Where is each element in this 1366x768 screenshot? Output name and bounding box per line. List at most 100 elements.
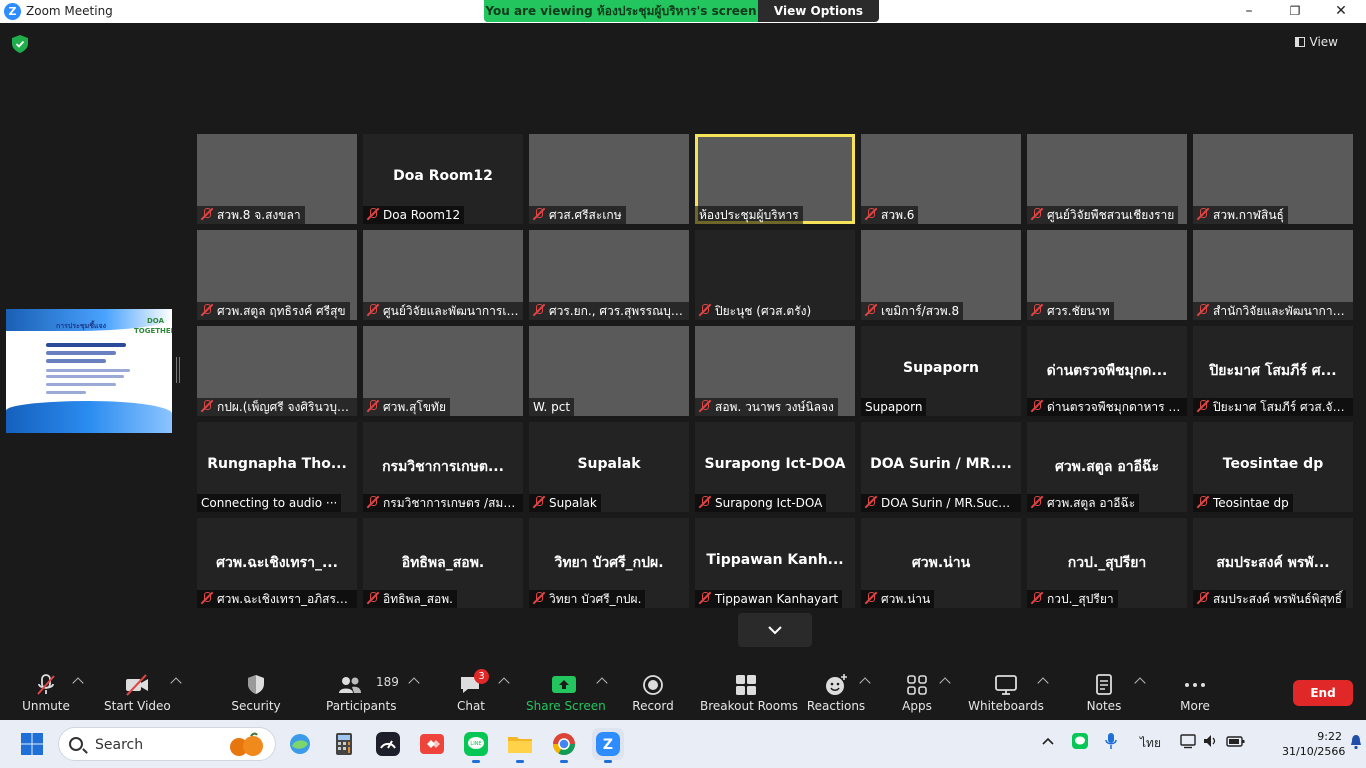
participant-tile[interactable]: ปิยะนุช (ศวส.ตรัง): [695, 230, 855, 320]
participant-tile[interactable]: วิทยา บัวศรี_กปผ. วิทยา บัวศรี_กปผ.: [529, 518, 689, 608]
start-video-button[interactable]: Start Video: [104, 663, 171, 720]
participant-tile[interactable]: ศวส.ศรีสะเกษ: [529, 134, 689, 224]
notes-button[interactable]: Notes: [1080, 663, 1128, 720]
next-page-button[interactable]: [738, 613, 812, 647]
muted-mic-icon: [367, 304, 379, 316]
participant-tile[interactable]: ศวพ.สุโขทัย: [363, 326, 523, 416]
participant-tile[interactable]: Tippawan Kanh... Tippawan Kanhayart: [695, 518, 855, 608]
participant-tile[interactable]: สอพ. วนาพร วงษ์นิลจง: [695, 326, 855, 416]
participant-tile[interactable]: ศวพ.สตูล ฤทธิรงค์ ศรีสุข: [197, 230, 357, 320]
participant-tile[interactable]: เขมิการ์/สวพ.8: [861, 230, 1021, 320]
taskbar-clock[interactable]: 9:22 31/10/2566: [1282, 729, 1345, 759]
search-highlight-icon: [230, 732, 263, 756]
tray-battery-icon[interactable]: [1226, 733, 1246, 752]
clock-time: 9:22: [1317, 730, 1342, 743]
tray-microphone-icon[interactable]: [1104, 732, 1118, 753]
muted-mic-icon: [533, 496, 545, 508]
reactions-options-caret[interactable]: [857, 663, 873, 720]
taskbar-search-box[interactable]: Search: [58, 727, 276, 761]
tray-network-icon[interactable]: [1180, 733, 1198, 752]
notes-options-caret[interactable]: [1132, 663, 1148, 720]
chat-options-caret[interactable]: [496, 663, 512, 720]
taskbar-zoom-app[interactable]: Z: [592, 728, 624, 763]
muted-mic-icon: [1031, 592, 1043, 604]
share-screen-button[interactable]: Share Screen: [526, 663, 606, 720]
chat-unread-badge: 3: [474, 669, 489, 684]
share-banner: You are viewing ห้องประชุมผู้บริหาร's sc…: [484, 0, 879, 22]
whiteboards-options-caret[interactable]: [1035, 663, 1051, 720]
notifications-button[interactable]: [1350, 734, 1362, 753]
participant-name: กวป._สุปรียา: [1047, 592, 1114, 606]
participant-tile[interactable]: สำนักวิจัยและพัฒนาการ...: [1193, 230, 1353, 320]
participant-tile[interactable]: Supaporn Supaporn: [861, 326, 1021, 416]
view-button[interactable]: View: [1294, 35, 1338, 49]
taskbar-widgets-app[interactable]: [284, 728, 316, 760]
whiteboards-button[interactable]: Whiteboards: [968, 663, 1044, 720]
more-button[interactable]: More: [1170, 663, 1220, 720]
record-button[interactable]: Record: [626, 663, 680, 720]
participant-tile[interactable]: สวพ.6: [861, 134, 1021, 224]
taskbar-file-explorer-app[interactable]: [504, 728, 536, 763]
taskbar-calculator-app[interactable]: [328, 728, 360, 760]
maximize-button[interactable]: ❐: [1272, 0, 1318, 23]
minimize-button[interactable]: –: [1226, 0, 1272, 23]
participants-button[interactable]: 189 Participants: [326, 663, 399, 720]
participant-tile[interactable]: อิทธิพล_สอพ. อิทธิพล_สอพ.: [363, 518, 523, 608]
share-options-caret[interactable]: [594, 663, 610, 720]
end-meeting-button[interactable]: End: [1293, 680, 1353, 706]
taskbar-line-app[interactable]: LINE: [460, 728, 492, 763]
taskbar-speedtest-app[interactable]: [372, 728, 404, 760]
participant-tile[interactable]: ศวร.ชัยนาท: [1027, 230, 1187, 320]
participant-name-label: Surapong Ict-DOA: [695, 494, 827, 512]
encryption-shield-icon[interactable]: [12, 35, 28, 53]
audio-options-caret[interactable]: [70, 663, 86, 720]
security-button[interactable]: Security: [226, 663, 286, 720]
apps-button[interactable]: Apps: [892, 663, 942, 720]
app-running-indicator: [472, 760, 480, 763]
participant-name-label: เขมิการ์/สวพ.8: [861, 302, 964, 320]
participant-tile[interactable]: ศูนย์วิจัยและพัฒนาการเก...: [363, 230, 523, 320]
participant-tile[interactable]: Teosintae dp Teosintae dp: [1193, 422, 1353, 512]
participant-tile[interactable]: สวพ.8 จ.สงขลา: [197, 134, 357, 224]
participant-tile[interactable]: ศวพ.ฉะเชิงเทรา_... ศวพ.ฉะเชิงเทรา_อภิสรา …: [197, 518, 357, 608]
participant-tile[interactable]: ด่านตรวจพืชมุกด... ด่านตรวจพืชมุกดาหาร (ป…: [1027, 326, 1187, 416]
participant-tile[interactable]: Supalak Supalak: [529, 422, 689, 512]
chat-button[interactable]: 3 Chat: [446, 663, 496, 720]
participant-tile[interactable]: ศูนย์วิจัยพืชสวนเชียงราย: [1027, 134, 1187, 224]
shared-screen-thumbnail[interactable]: DOA TOGETHER การประชุมชี้แจง: [6, 309, 172, 433]
participant-tile[interactable]: กรมวิชาการเกษต... กรมวิชาการเกษตร /สมคิ..…: [363, 422, 523, 512]
participant-tile[interactable]: กปผ.(เพ็ญศรี จงศิรินวบุตร): [197, 326, 357, 416]
participants-options-caret[interactable]: [406, 663, 422, 720]
participant-tile[interactable]: Surapong Ict-DOA Surapong Ict-DOA: [695, 422, 855, 512]
taskbar-anydesk-app[interactable]: [416, 728, 448, 760]
participant-tile[interactable]: สมประสงค์ พรพั... สมประสงค์ พรพันธ์พิสุทธ…: [1193, 518, 1353, 608]
participant-name-label: ศวพ.ฉะเชิงเทรา_อภิสรา เ...: [197, 590, 357, 608]
participant-tile[interactable]: สวพ.กาฬสินธุ์: [1193, 134, 1353, 224]
input-language-indicator[interactable]: ไทย: [1140, 734, 1161, 753]
participant-tile[interactable]: ศวร.ยก., ศวร.สุพรรณบุรี,...: [529, 230, 689, 320]
participant-tile[interactable]: ศวพ.น่าน ศวพ.น่าน: [861, 518, 1021, 608]
participant-name-label: ศูนย์วิจัยพืชสวนเชียงราย: [1027, 206, 1179, 224]
windows-start-icon[interactable]: [20, 732, 44, 756]
participant-tile[interactable]: กวป._สุปรียา กวป._สุปรียา: [1027, 518, 1187, 608]
apps-options-caret[interactable]: [937, 663, 953, 720]
folder-icon: [508, 737, 532, 753]
participant-tile[interactable]: W. pct: [529, 326, 689, 416]
participant-tile[interactable]: Doa Room12 Doa Room12: [363, 134, 523, 224]
close-button[interactable]: ✕: [1318, 0, 1364, 23]
participant-tile[interactable]: ปิยะมาศ โสมภีร์ ศ... ปิยะมาศ โสมภีร์ ศวส.…: [1193, 326, 1353, 416]
view-options-button[interactable]: View Options: [758, 0, 879, 22]
tray-line-icon[interactable]: [1071, 732, 1089, 753]
show-hidden-icons-button[interactable]: [1042, 735, 1054, 749]
participant-tile[interactable]: Rungnapha Tho... Connecting to audio ···: [197, 422, 357, 512]
participant-tile[interactable]: ห้องประชุมผู้บริหาร: [695, 134, 855, 224]
participant-tile[interactable]: ศวพ.สตูล อาอีฉ๊ะ ศวพ.สตูล อาอีฉ๊ะ: [1027, 422, 1187, 512]
participant-tile[interactable]: DOA Surin / MR.... DOA Surin / MR.Suchat: [861, 422, 1021, 512]
tray-volume-icon[interactable]: [1202, 733, 1218, 752]
taskbar-chrome-app[interactable]: [548, 728, 580, 763]
breakout-rooms-button[interactable]: Breakout Rooms: [700, 663, 798, 720]
unmute-button[interactable]: Unmute: [14, 663, 78, 720]
chrome-icon: [553, 733, 575, 755]
panel-splitter-handle[interactable]: [176, 357, 180, 383]
video-options-caret[interactable]: [168, 663, 184, 720]
